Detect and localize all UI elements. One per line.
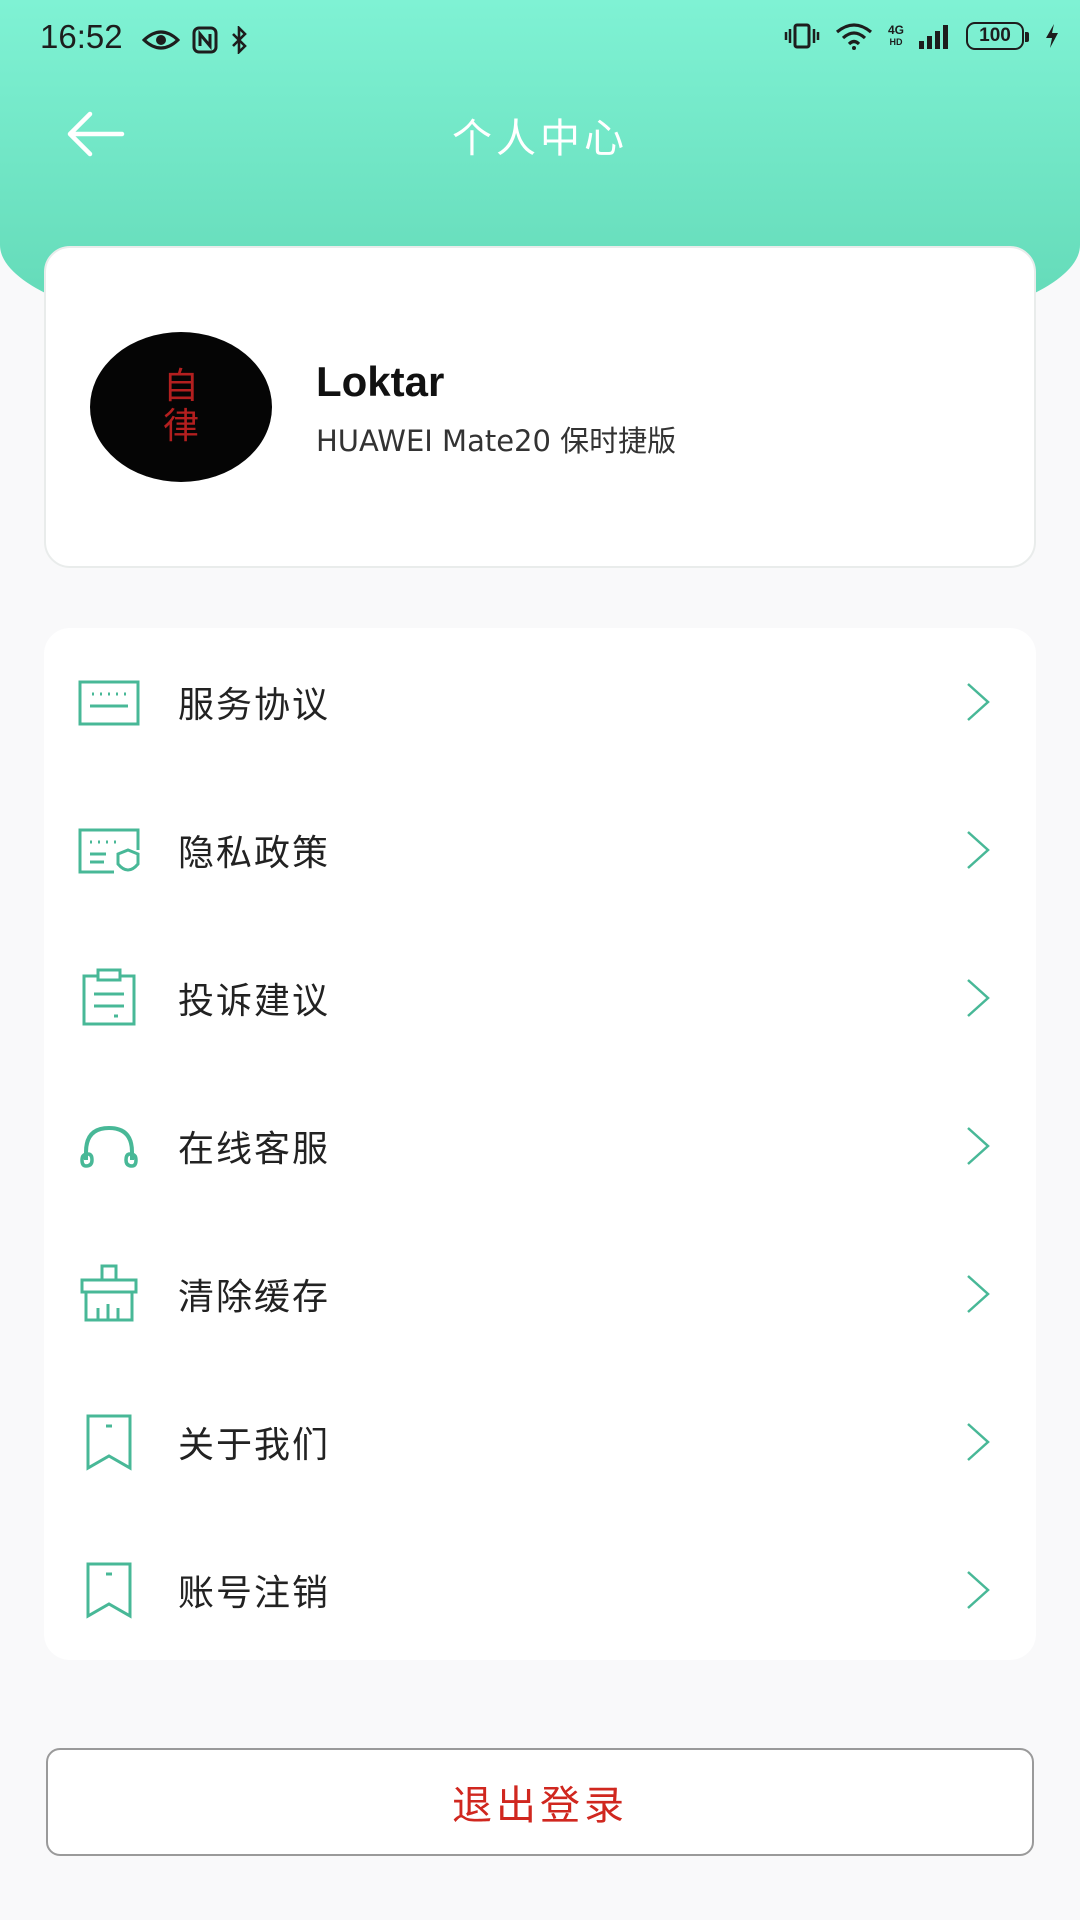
status-bar: 16:52 4G HD 100 bbox=[0, 0, 1080, 84]
menu-item-label: 在线客服 bbox=[178, 1129, 331, 1170]
keyboard-icon bbox=[78, 680, 140, 726]
logout-button[interactable]: 退出登录 bbox=[46, 1748, 1034, 1856]
headset-icon bbox=[80, 1125, 138, 1168]
menu-item-delete-account[interactable]: 账号注销 bbox=[44, 1516, 1036, 1664]
nfc-icon bbox=[192, 26, 218, 54]
menu-item-label: 隐私政策 bbox=[178, 833, 331, 874]
status-left-icons bbox=[142, 26, 248, 54]
menu-item-clear-cache[interactable]: 清除缓存 bbox=[44, 1220, 1036, 1368]
clipboard-icon bbox=[82, 968, 136, 1026]
navigation-bar: 个人中心 bbox=[0, 84, 1080, 184]
status-right-icons: 4G HD 100 bbox=[784, 22, 1060, 50]
menu-item-label: 关于我们 bbox=[178, 1425, 331, 1466]
status-time: 16:52 bbox=[40, 18, 123, 55]
bookmark-icon bbox=[86, 1414, 132, 1471]
bookmark-icon bbox=[86, 1562, 132, 1619]
avatar-text-top: 自 bbox=[162, 366, 199, 407]
menu-item-label: 账号注销 bbox=[178, 1573, 331, 1614]
wifi-icon bbox=[835, 23, 873, 50]
avatar-text-bottom: 律 bbox=[162, 406, 199, 447]
vibrate-icon bbox=[784, 23, 820, 49]
signal-icon bbox=[919, 25, 948, 49]
menu-item-service-agreement[interactable]: 服务协议 bbox=[44, 628, 1036, 776]
menu-item-label: 清除缓存 bbox=[178, 1277, 331, 1318]
menu-item-online-service[interactable]: 在线客服 bbox=[44, 1072, 1036, 1220]
eye-icon bbox=[142, 30, 180, 50]
bluetooth-icon bbox=[232, 26, 247, 54]
profile-card[interactable]: 自 律 Loktar HUAWEI Mate20 保时捷版 bbox=[44, 246, 1036, 568]
chevron-right-icon bbox=[967, 1275, 990, 1313]
menu-item-about-us[interactable]: 关于我们 bbox=[44, 1368, 1036, 1516]
network-label-top: 4G bbox=[887, 23, 904, 37]
profile-device: HUAWEI Mate20 保时捷版 bbox=[316, 424, 677, 458]
menu-item-privacy-policy[interactable]: 隐私政策 bbox=[44, 776, 1036, 924]
broom-icon bbox=[80, 1264, 138, 1322]
chevron-right-icon bbox=[967, 1571, 990, 1609]
avatar: 自 律 bbox=[90, 332, 272, 482]
page-title: 个人中心 bbox=[452, 116, 628, 162]
battery-indicator: 100 bbox=[966, 22, 1029, 50]
charging-icon bbox=[1046, 24, 1058, 48]
network-type: 4G HD bbox=[888, 24, 904, 48]
chevron-right-icon bbox=[967, 683, 990, 721]
menu-item-label: 投诉建议 bbox=[178, 981, 331, 1022]
chevron-right-icon bbox=[967, 831, 990, 869]
network-label-bottom: HD bbox=[889, 37, 903, 47]
chevron-right-icon bbox=[967, 1127, 990, 1165]
menu-item-feedback[interactable]: 投诉建议 bbox=[44, 924, 1036, 1072]
menu-list: 服务协议 隐私政策 投诉建议 在线客服 清除缓存 关于我们 账号注销 bbox=[44, 628, 1036, 1660]
chevron-right-icon bbox=[967, 979, 990, 1017]
privacy-shield-icon bbox=[78, 828, 140, 874]
menu-item-label: 服务协议 bbox=[178, 685, 331, 726]
chevron-right-icon bbox=[967, 1423, 990, 1461]
profile-name: Loktar bbox=[316, 358, 445, 405]
